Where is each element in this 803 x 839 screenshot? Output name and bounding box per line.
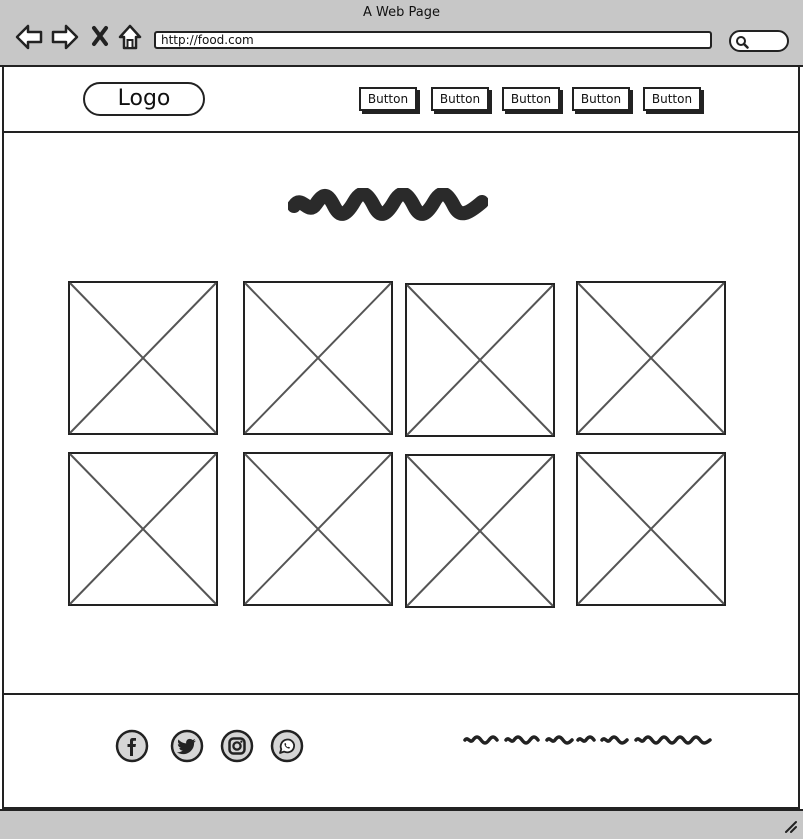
forward-arrow-icon[interactable] xyxy=(50,22,80,52)
search-input[interactable] xyxy=(729,30,789,52)
instagram-icon[interactable] xyxy=(220,729,254,763)
image-placeholder xyxy=(68,281,218,435)
home-icon[interactable] xyxy=(116,22,146,52)
nav-button-3[interactable]: Button xyxy=(502,87,560,111)
window-title: A Web Page xyxy=(363,5,440,20)
nav-button-2[interactable]: Button xyxy=(431,87,489,111)
site-header: Logo Button Button Button Button Button xyxy=(2,67,800,133)
nav-button-4[interactable]: Button xyxy=(572,87,630,111)
search-icon xyxy=(736,36,749,49)
image-placeholder xyxy=(68,452,218,606)
nav-button-5[interactable]: Button xyxy=(643,87,701,111)
main-content xyxy=(2,133,800,695)
logo[interactable]: Logo xyxy=(83,82,205,116)
url-input[interactable]: http://food.com xyxy=(154,31,712,49)
footer-text-scribble xyxy=(463,735,712,745)
close-x-icon[interactable] xyxy=(88,22,118,52)
back-arrow-icon[interactable] xyxy=(14,22,44,52)
facebook-icon[interactable] xyxy=(115,729,149,763)
status-bar xyxy=(0,809,803,839)
image-placeholder xyxy=(243,281,393,435)
twitter-icon[interactable] xyxy=(170,729,204,763)
image-placeholder xyxy=(405,283,555,437)
image-placeholder xyxy=(405,454,555,608)
image-placeholder xyxy=(576,452,726,606)
heading-scribble xyxy=(288,188,488,221)
image-placeholder xyxy=(576,281,726,435)
resize-grip-icon[interactable] xyxy=(783,819,797,833)
nav-button-1[interactable]: Button xyxy=(359,87,417,111)
site-footer xyxy=(2,693,800,809)
browser-toolbar: A Web Page http://food.com xyxy=(0,0,803,67)
whatsapp-icon[interactable] xyxy=(270,729,304,763)
image-placeholder xyxy=(243,452,393,606)
browser-window: A Web Page http://food.com Logo Button B… xyxy=(0,0,803,839)
